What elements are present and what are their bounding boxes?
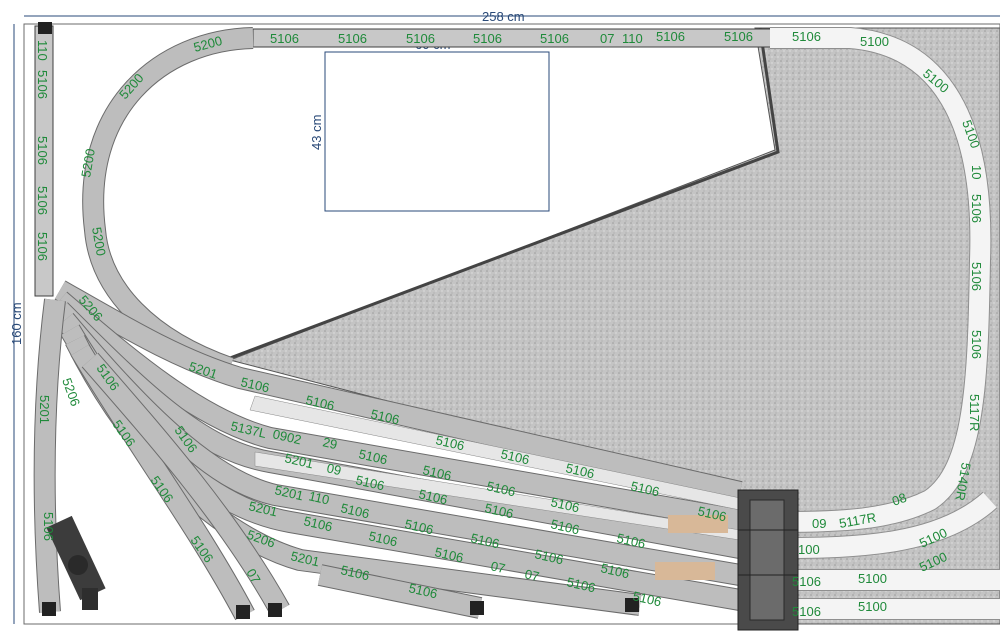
label-left-7: 5106 bbox=[41, 512, 56, 541]
label-top-7: 110 bbox=[622, 31, 643, 46]
label-top-2: 5106 bbox=[338, 31, 367, 46]
inner-box bbox=[324, 51, 550, 212]
label-top-4: 5106 bbox=[473, 31, 502, 46]
label-right-8: 5106 bbox=[969, 330, 984, 359]
label-right-6: 5106 bbox=[969, 194, 984, 223]
label-left-4: 5106 bbox=[35, 186, 50, 215]
label-br-5: 5100 bbox=[858, 599, 887, 614]
label-top-1: 5106 bbox=[270, 31, 299, 46]
label-top-6: 07 bbox=[600, 31, 614, 46]
box-height-label: 43 cm bbox=[309, 115, 324, 150]
station-building bbox=[737, 489, 799, 631]
label-top-9: 5106 bbox=[724, 29, 753, 44]
label-left-5: 5106 bbox=[35, 232, 50, 261]
layout-canvas: 258 cm 160 cm 43 cm 60 cm bbox=[9, 9, 1000, 631]
label-right-9: 5117R bbox=[967, 394, 982, 431]
label-left-1: 110 bbox=[35, 40, 50, 61]
label-left-6: 5201 bbox=[37, 395, 52, 424]
label-right-5: 10 bbox=[969, 165, 984, 179]
end-bumper bbox=[236, 605, 250, 619]
label-br-10: 100 bbox=[798, 542, 820, 557]
label-left-3: 5106 bbox=[35, 136, 50, 165]
top-straight-track bbox=[252, 28, 774, 48]
label-br-4: 5106 bbox=[792, 604, 821, 619]
label-br-1: 5106 bbox=[792, 574, 821, 589]
label-right-1: 5106 bbox=[792, 29, 821, 44]
height-dimension-label: 160 cm bbox=[9, 302, 24, 345]
label-right-2: 5100 bbox=[860, 34, 889, 49]
label-left-2: 5106 bbox=[35, 70, 50, 99]
label-br-2: 5100 bbox=[858, 571, 887, 586]
label-right-7: 5106 bbox=[969, 262, 984, 291]
label-br-9: 09 bbox=[812, 516, 826, 531]
label-top-8: 5106 bbox=[656, 29, 685, 44]
label-top-3: 5106 bbox=[406, 31, 435, 46]
label-top-5: 5106 bbox=[540, 31, 569, 46]
width-dimension-label: 258 cm bbox=[482, 9, 525, 24]
